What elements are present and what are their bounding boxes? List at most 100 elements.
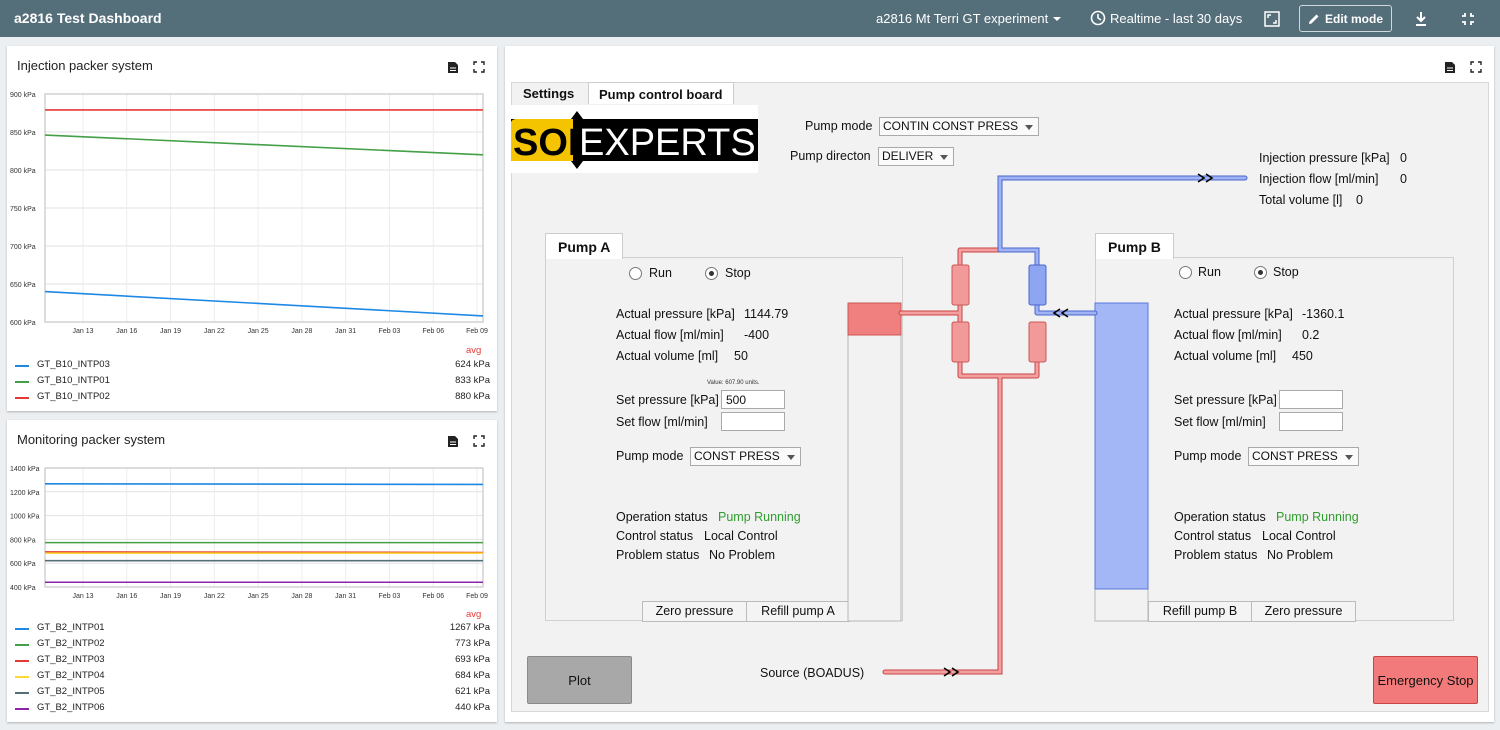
- legend-item[interactable]: GT_B2_INTP05 621 kPa: [15, 686, 490, 700]
- legend-series-avg: 773 kPa: [455, 638, 490, 649]
- legend-item[interactable]: GT_B10_INTP02 880 kPa: [15, 391, 490, 405]
- y-tick-label: 600 kPa: [10, 561, 36, 568]
- pump-b-run-label: Run: [1198, 265, 1221, 279]
- pump-a-refill-button[interactable]: Refill pump A: [746, 601, 850, 622]
- pump-direction-select[interactable]: DELIVER: [878, 147, 955, 166]
- pump-b-stop-radio[interactable]: [1254, 266, 1267, 279]
- y-tick-label: 650 kPa: [10, 282, 36, 289]
- fullscreen-icon[interactable]: [473, 435, 485, 447]
- pump-b-actual-pressure-value: -1360.1: [1302, 307, 1345, 321]
- pump-a-problem-status-value: No Problem: [709, 548, 775, 562]
- pump-b-refill-button[interactable]: Refill pump B: [1148, 601, 1252, 622]
- legend-item[interactable]: GT_B2_INTP03 693 kPa: [15, 654, 490, 668]
- y-tick-label: 400 kPa: [10, 585, 36, 592]
- tab-settings[interactable]: Settings: [513, 82, 584, 104]
- pump-a-set-flow-label: Set flow [ml/min]: [616, 415, 708, 429]
- pump-b-run-radio[interactable]: [1179, 266, 1192, 279]
- fullscreen-dashboard-icon[interactable]: [1262, 9, 1282, 29]
- series-line-GT_B2_INTP03: [44, 551, 484, 554]
- export-csv-icon[interactable]: [447, 61, 459, 74]
- injection-flow-value: 0: [1400, 172, 1407, 186]
- legend-swatch: [15, 660, 29, 662]
- pump-a-zero-pressure-button[interactable]: Zero pressure: [642, 601, 747, 622]
- dashboard-selector[interactable]: a2816 Mt Terri GT experiment: [876, 11, 1062, 26]
- pump-b-title: Pump B: [1095, 233, 1174, 259]
- fullscreen-icon[interactable]: [1470, 61, 1482, 73]
- pump-direction-label: Pump directon: [790, 149, 871, 163]
- export-csv-icon[interactable]: [447, 435, 459, 448]
- legend-series-name: GT_B2_INTP05: [37, 686, 105, 697]
- plot-button[interactable]: Plot: [527, 656, 632, 704]
- x-tick-label: Jan 31: [335, 593, 356, 600]
- x-tick-label: Jan 19: [160, 593, 181, 600]
- x-tick-label: Jan 22: [204, 328, 225, 335]
- value-tooltip: Value: 607.90 units.: [707, 380, 760, 386]
- pump-a-run-radio[interactable]: [629, 267, 642, 280]
- card-title: Injection packer system: [17, 58, 153, 73]
- pump-b-set-pressure-label: Set pressure [kPa]: [1174, 393, 1277, 407]
- pump-a-actual-flow-label: Actual flow [ml/min]: [616, 328, 724, 342]
- pump-a-run-label: Run: [649, 266, 672, 280]
- pump-b-mode-select[interactable]: CONST PRESS: [1248, 447, 1359, 466]
- fullscreen-icon[interactable]: [473, 61, 485, 73]
- y-tick-label: 900 kPa: [10, 92, 36, 99]
- legend-series-avg: 1267 kPa: [449, 622, 490, 633]
- pump-a-stop-radio[interactable]: [705, 267, 718, 280]
- legend-series-avg: 693 kPa: [455, 654, 490, 665]
- pump-b-zero-pressure-button[interactable]: Zero pressure: [1251, 601, 1356, 622]
- legend-item[interactable]: GT_B10_INTP03 624 kPa: [15, 359, 490, 373]
- legend-item[interactable]: GT_B2_INTP04 684 kPa: [15, 670, 490, 684]
- edit-mode-button[interactable]: Edit mode: [1299, 5, 1392, 32]
- monitoring-packer-card: Monitoring packer system 1400 kPa 1200 kP…: [7, 420, 497, 722]
- x-tick-label: Jan 19: [160, 328, 181, 335]
- plot-area: [44, 467, 484, 588]
- exit-fullscreen-icon[interactable]: [1458, 9, 1478, 29]
- legend-item[interactable]: GT_B2_INTP01 1267 kPa: [15, 622, 490, 636]
- pump-b-actual-volume-label: Actual volume [ml]: [1174, 349, 1277, 363]
- pump-b-actual-pressure-label: Actual pressure [kPa]: [1174, 307, 1293, 321]
- pump-a-set-pressure-input[interactable]: [721, 390, 785, 409]
- legend-swatch: [15, 692, 29, 694]
- pump-a-control-status-value: Local Control: [704, 529, 778, 543]
- pump-a-actual-pressure-value: 1144.79: [744, 307, 789, 321]
- legend-series-name: GT_B2_INTP06: [37, 702, 105, 713]
- legend-series-name: GT_B10_INTP03: [37, 359, 110, 370]
- legend-series-avg: 624 kPa: [455, 359, 490, 370]
- time-range-label: Realtime - last 30 days: [1110, 10, 1243, 26]
- total-volume-label: Total volume [l]: [1259, 193, 1343, 207]
- pump-a-set-flow-input[interactable]: [721, 412, 785, 431]
- download-icon[interactable]: [1411, 9, 1431, 29]
- pump-b-set-flow-input[interactable]: [1279, 412, 1343, 431]
- x-tick-label: Feb 03: [379, 593, 401, 600]
- x-tick-label: Feb 06: [422, 328, 444, 335]
- pump-direction-value: DELIVER: [882, 149, 934, 163]
- pump-a-mode-value: CONST PRESS: [694, 449, 780, 463]
- total-volume-value: 0: [1356, 193, 1363, 207]
- pump-a-actual-volume-value: 50: [734, 349, 748, 363]
- x-tick-label: Jan 13: [72, 593, 93, 600]
- time-range-selector[interactable]: Realtime - last 30 days: [1090, 10, 1242, 26]
- pump-b-mode-value: CONST PRESS: [1252, 449, 1338, 463]
- legend-item[interactable]: GT_B2_INTP02 773 kPa: [15, 638, 490, 652]
- legend-item[interactable]: GT_B10_INTP01 833 kPa: [15, 375, 490, 389]
- x-tick-label: Jan 31: [335, 328, 356, 335]
- source-label: Source (BOADUS): [760, 666, 865, 680]
- series-line-GT_B10_INTP01: [44, 134, 484, 156]
- legend-item[interactable]: GT_B2_INTP06 440 kPa: [15, 702, 490, 716]
- pump-b-problem-status-value: No Problem: [1267, 548, 1333, 562]
- pump-b-set-pressure-input[interactable]: [1279, 390, 1343, 409]
- series-line-GT_B2_INTP01: [44, 483, 484, 486]
- x-tick-label: Jan 13: [72, 328, 93, 335]
- x-tick-label: Feb 09: [466, 593, 488, 600]
- injection-pressure-value: 0: [1400, 151, 1407, 165]
- pump-b-actual-volume-value: 450: [1292, 349, 1313, 363]
- pump-mode-value: CONTIN CONST PRESS: [883, 119, 1019, 133]
- export-csv-icon[interactable]: [1444, 61, 1456, 74]
- legend-series-name: GT_B2_INTP01: [37, 622, 105, 633]
- pump-a-mode-select[interactable]: CONST PRESS: [690, 447, 801, 466]
- legend-series-avg: 440 kPa: [455, 702, 490, 713]
- tab-pump-control-board[interactable]: Pump control board: [588, 82, 734, 104]
- x-tick-label: Feb 03: [379, 328, 401, 335]
- pump-mode-select[interactable]: CONTIN CONST PRESS: [879, 117, 1040, 136]
- emergency-stop-button[interactable]: Emergency Stop: [1373, 656, 1478, 704]
